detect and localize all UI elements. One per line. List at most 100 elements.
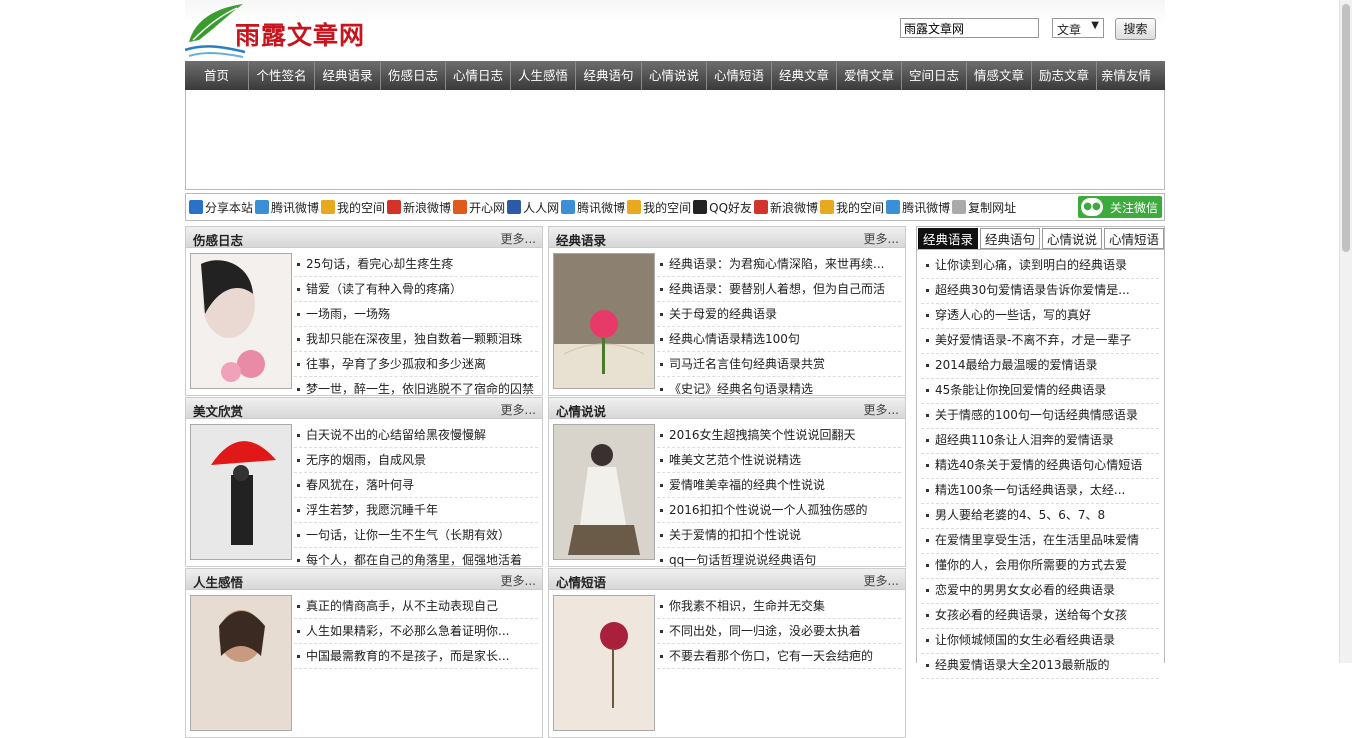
follow-wechat-button[interactable]: ●● 关注微信 [1078,196,1162,218]
more-link[interactable]: 更多... [864,230,899,247]
page-scrollbar[interactable] [1339,0,1352,663]
nav-item[interactable]: 伤感日志 [381,61,446,90]
share-item[interactable]: 开心网 [453,199,505,216]
list-item[interactable]: 美好爱情语录-不离不弃，才是一辈子 [921,329,1159,354]
panel-thumbnail[interactable] [190,424,292,560]
site-logo[interactable]: 雨露文章网 [184,2,385,58]
share-item[interactable]: 新浪微博 [754,199,818,216]
nav-item[interactable]: 人生感悟 [511,61,576,90]
article-link[interactable]: 关于爱情的扣扣个性说说 [657,523,901,548]
search-type-select[interactable]: 文章 ▼ [1052,18,1104,38]
nav-item[interactable]: 经典文章 [772,61,837,90]
nav-item[interactable]: 情感文章 [967,61,1032,90]
article-link[interactable]: 中国最需教育的不是孩子，而是家长... [294,644,538,669]
more-link[interactable]: 更多... [864,401,899,418]
list-item[interactable]: 男人要给老婆的4、5、6、7、8 [921,504,1159,529]
article-link[interactable]: 一句话，让你一生不生气（长期有效） [294,523,538,548]
list-item[interactable]: 懂你的人，会用你所需要的方式去爱 [921,554,1159,579]
article-link[interactable]: 你我素不相识，生命并无交集 [657,594,901,619]
article-link[interactable]: 人生如果精彩，不必那么急着证明你... [294,619,538,644]
share-item[interactable]: 复制网址 [952,199,1016,216]
list-item[interactable]: 关于情感的100句一句话经典情感语录 [921,404,1159,429]
nav-item[interactable]: 个性签名 [249,61,315,90]
tab[interactable]: 心情说说 [1042,228,1103,249]
nav-item[interactable]: 亲情友情 [1097,61,1155,90]
nav-item[interactable]: 爱情文章 [837,61,902,90]
list-item[interactable]: 穿透人心的一些话，写的真好 [921,304,1159,329]
article-link[interactable]: 春风犹在，落叶何寻 [294,473,538,498]
list-item[interactable]: 在爱情里享受生活，在生活里品味爱情 [921,529,1159,554]
panel-title[interactable]: 经典语录 [556,230,606,249]
article-link[interactable]: 关于母爱的经典语录 [657,302,901,327]
share-item[interactable]: QQ好友 [693,199,752,216]
nav-item[interactable]: 心情日志 [446,61,511,90]
list-item[interactable]: 精选100条一句话经典语录，太经... [921,479,1159,504]
list-item[interactable]: 恋爱中的男男女女必看的经典语录 [921,579,1159,604]
article-link[interactable]: 25句话，看完心却生疼生疼 [294,252,538,277]
article-link[interactable]: 2016扣扣个性说说一个人孤独伤感的 [657,498,901,523]
article-link[interactable]: 2016女生超拽搞笑个性说说回翻天 [657,423,901,448]
nav-item[interactable]: 心情短语 [707,61,772,90]
nav-item[interactable]: 心情说说 [642,61,707,90]
share-item[interactable]: 分享本站 [189,199,253,216]
article-link[interactable]: 我却只能在深夜里，独自数着一颗颗泪珠 [294,327,538,352]
article-link[interactable]: 不同出处，同一归途，没必要太执着 [657,619,901,644]
panel-thumbnail[interactable] [553,595,655,731]
list-item[interactable]: 超经典110条让人泪奔的爱情语录 [921,429,1159,454]
share-item[interactable]: 人人网 [507,199,559,216]
article-link[interactable]: 无序的烟雨，自成风景 [294,448,538,473]
share-item[interactable]: 我的空间 [321,199,385,216]
tab[interactable]: 经典语句 [980,228,1041,249]
list-item[interactable]: 女孩必看的经典语录，送给每个女孩 [921,604,1159,629]
tab[interactable]: 经典语录 [918,228,979,249]
panel-title[interactable]: 心情说说 [556,401,606,420]
article-link[interactable]: 经典语录：为君痴心情深陷，来世再续... [657,252,901,277]
nav-item[interactable]: 励志文章 [1032,61,1097,90]
article-link[interactable]: 白天说不出的心结留给黑夜慢慢解 [294,423,538,448]
article-link[interactable]: 错爱（读了有种入骨的疼痛） [294,277,538,302]
list-item[interactable]: 2014最给力最温暖的爱情语录 [921,354,1159,379]
share-item[interactable]: 腾讯微博 [886,199,950,216]
nav-item[interactable]: 首页 [185,61,249,90]
list-item[interactable]: 让你读到心痛，读到明白的经典语录 [921,254,1159,279]
panel-title[interactable]: 心情短语 [556,572,606,591]
panel-title[interactable]: 伤感日志 [193,230,243,249]
share-item[interactable]: 我的空间 [820,199,884,216]
share-item[interactable]: 腾讯微博 [561,199,625,216]
article-link[interactable]: 真正的情商高手，从不主动表现自己 [294,594,538,619]
panel-title[interactable]: 美文欣赏 [193,401,243,420]
nav-item[interactable]: 空间日志 [902,61,967,90]
list-item[interactable]: 45条能让你挽回爱情的经典语录 [921,379,1159,404]
share-item[interactable]: 我的空间 [627,199,691,216]
share-item[interactable]: 腾讯微博 [255,199,319,216]
more-link[interactable]: 更多... [501,230,536,247]
panel-thumbnail[interactable] [553,253,655,389]
nav-item[interactable]: 经典语句 [576,61,642,90]
panel-thumbnail[interactable] [190,595,292,731]
panel-thumbnail[interactable] [553,424,655,560]
panel-thumbnail[interactable] [190,253,292,389]
panel-title[interactable]: 人生感悟 [193,572,243,591]
article-link[interactable]: 不要去看那个伤口，它有一天会结疤的 [657,644,901,669]
article-link[interactable]: 唯美文艺范个性说说精选 [657,448,901,473]
list-item[interactable]: 精选40条关于爱情的经典语句心情短语 [921,454,1159,479]
more-link[interactable]: 更多... [501,572,536,589]
article-link[interactable]: 爱情唯美幸福的经典个性说说 [657,473,901,498]
nav-item[interactable]: 经典语录 [315,61,381,90]
list-item[interactable]: 让你倾城倾国的女生必看经典语录 [921,629,1159,654]
article-link[interactable]: 司马迁名言佳句经典语录共赏 [657,352,901,377]
article-link[interactable]: 往事，孕育了多少孤寂和多少迷离 [294,352,538,377]
more-link[interactable]: 更多... [501,401,536,418]
article-link[interactable]: 浮生若梦，我愿沉睡千年 [294,498,538,523]
list-item[interactable]: 超经典30句爱情语录告诉你爱情是... [921,279,1159,304]
scrollbar-thumb[interactable] [1342,4,1350,252]
article-link[interactable]: 经典语录：要替别人着想，但为自己而活 [657,277,901,302]
search-button[interactable]: 搜索 [1115,18,1156,40]
share-item[interactable]: 新浪微博 [387,199,451,216]
tab[interactable]: 心情短语 [1104,228,1165,249]
more-link[interactable]: 更多... [864,572,899,589]
article-link[interactable]: 经典心情语录精选100句 [657,327,901,352]
article-link[interactable]: 一场雨，一场殇 [294,302,538,327]
search-input[interactable] [900,18,1039,38]
list-item[interactable]: 经典爱情语录大全2013最新版的 [921,654,1159,679]
